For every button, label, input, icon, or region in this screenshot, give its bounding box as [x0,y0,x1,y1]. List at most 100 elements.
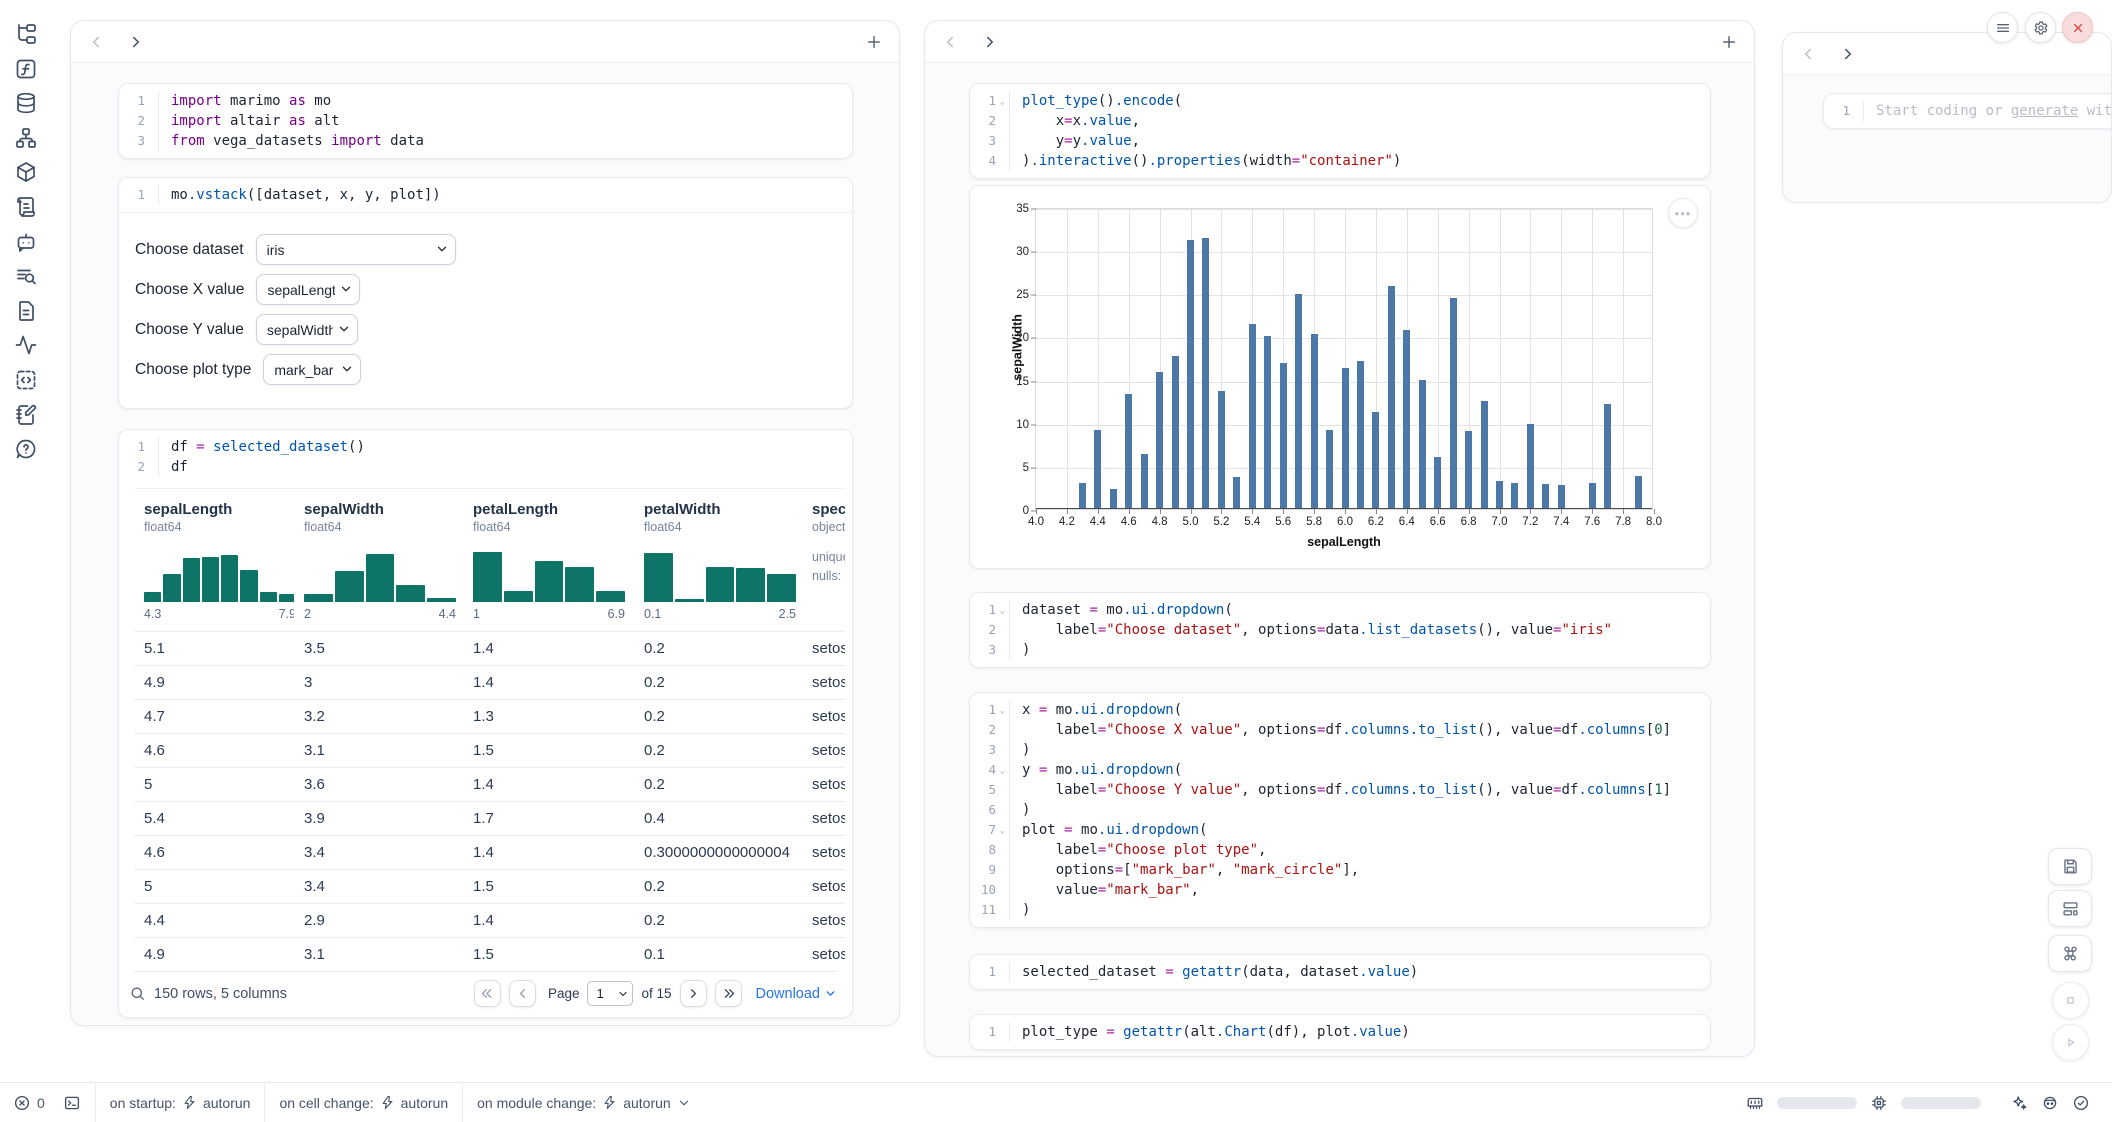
prev-page-button[interactable] [509,980,536,1007]
chevron-right-icon[interactable] [1839,45,1857,63]
autorun-setting-3[interactable]: on module change:autorun [463,1095,705,1111]
table-row[interactable]: 53.41.50.2setosa [134,869,845,903]
generate-with-ai-link[interactable]: generate [2011,103,2078,119]
page-number-select[interactable]: 1 [587,981,633,1006]
table-row[interactable]: 4.42.91.40.2setosa [134,903,845,937]
shutdown-button[interactable] [2062,12,2093,43]
search-icon[interactable] [129,985,146,1002]
table-row[interactable]: 5.43.91.70.4setosa [134,801,845,835]
code-line[interactable]: ) [1022,640,1710,660]
first-page-button[interactable] [474,980,501,1007]
code-line[interactable]: options=["mark_bar", "mark_circle"], [1022,860,1710,880]
scratchpad-search-icon[interactable] [14,264,38,288]
column-header-species[interactable]: speciesobjectuniquenulls: [802,501,845,631]
download-button[interactable]: Download [756,986,838,1002]
code-line[interactable]: ) [1022,740,1710,760]
table-row[interactable]: 4.63.41.40.3000000000000004setosa [134,835,845,869]
help-question-icon[interactable] [14,437,38,461]
app-layout-button[interactable] [2048,890,2092,927]
table-row[interactable]: 53.61.40.2setosa [134,767,845,801]
code-line[interactable]: df [171,457,852,477]
dropdown-select[interactable]: iris [256,234,456,265]
code-cell-vstack[interactable]: 1mo.vstack([dataset, x, y, plot]) Choose… [118,177,853,409]
function-square-icon[interactable] [14,57,38,81]
autorun-setting-2[interactable]: on cell change:autorun [265,1095,462,1111]
code-line[interactable]: y=y.value, [1022,131,1710,151]
stop-all-button[interactable] [2052,982,2089,1019]
code-cell-dataset-dropdown[interactable]: 1⌄23dataset = mo.ui.dropdown( label="Cho… [969,592,1711,668]
code-line[interactable]: ) [1022,900,1710,920]
page-select[interactable]: 1 [587,981,633,1006]
chart-actions-menu[interactable]: ••• [1668,198,1698,228]
code-cell-selected-dataset[interactable]: 1selected_dataset = getattr(data, datase… [969,954,1711,990]
dropdown-choose-x-value[interactable]: sepalLength [256,274,360,305]
code-line[interactable]: value="mark_bar", [1022,880,1710,900]
logs-scroll-icon[interactable] [14,195,38,219]
chevron-right-icon[interactable] [127,33,145,51]
code-line[interactable]: import altair as alt [171,111,852,131]
column-header-sepalLength[interactable]: sepalLengthfloat644.37.9 [134,501,294,631]
package-icon[interactable] [14,160,38,184]
code-line[interactable]: y = mo.ui.dropdown( [1022,760,1710,780]
chat-bot-icon[interactable] [14,230,38,254]
code-line[interactable]: label="Choose dataset", options=data.lis… [1022,620,1710,640]
empty-code-cell[interactable]: 1 Start coding or generate with AI [1823,93,2112,129]
database-icon[interactable] [14,91,38,115]
chevron-left-icon[interactable] [941,33,959,51]
code-line[interactable]: x = mo.ui.dropdown( [1022,700,1710,720]
column-header-petalWidth[interactable]: petalWidthfloat640.12.5 [634,501,802,631]
table-row[interactable]: 5.13.51.40.2setosa [134,631,845,665]
connection-status-button[interactable] [2072,1094,2090,1112]
add-cell-plus-icon[interactable] [1720,33,1738,51]
errors-button[interactable] [13,1094,31,1112]
ai-assist-button[interactable] [2010,1094,2028,1112]
code-cell-plot-type[interactable]: 1plot_type = getattr(alt.Chart(df), plot… [969,1014,1711,1050]
dropdown-select[interactable]: sepalLength [256,274,360,305]
dropdown-choose-plot-type[interactable]: mark_bar [263,354,361,385]
run-all-button[interactable] [2052,1024,2089,1061]
code-line[interactable]: ) [1022,800,1710,820]
column-header-sepalWidth[interactable]: sepalWidthfloat6424.4 [294,501,463,631]
code-line[interactable]: label="Choose X value", options=df.colum… [1022,720,1710,740]
snippets-code-icon[interactable] [14,368,38,392]
dropdown-choose-y-value[interactable]: sepalWidth [256,314,358,345]
column-header-petalLength[interactable]: petalLengthfloat6416.9 [463,501,634,631]
code-line[interactable]: df = selected_dataset() [171,437,852,457]
dependency-graph-icon[interactable] [14,126,38,150]
table-row[interactable]: 4.931.40.2setosa [134,665,845,699]
code-line[interactable]: x=x.value, [1022,111,1710,131]
code-line[interactable]: label="Choose Y value", options=df.colum… [1022,780,1710,800]
code-line[interactable]: plot_type = getattr(alt.Chart(df), plot.… [1022,1022,1710,1042]
notebook-menu-button[interactable] [1987,12,2018,43]
code-line[interactable]: plot = mo.ui.dropdown( [1022,820,1710,840]
chevron-left-icon[interactable] [87,33,105,51]
next-page-button[interactable] [680,980,707,1007]
terminal-button[interactable] [63,1094,81,1112]
chevron-right-icon[interactable] [981,33,999,51]
autorun-setting-1[interactable]: on startup:autorun [96,1095,265,1111]
code-cell-df[interactable]: 12df = selected_dataset()df sepalLengthf… [118,429,853,1018]
dropdown-select[interactable]: sepalWidth [256,314,358,345]
code-line[interactable]: selected_dataset = getattr(data, dataset… [1022,962,1710,982]
table-row[interactable]: 4.63.11.50.2setosa [134,733,845,767]
add-cell-plus-icon[interactable] [865,33,883,51]
code-cell-imports[interactable]: 123import marimo as moimport altair as a… [118,83,853,159]
code-cell-plot[interactable]: 1⌄234plot_type().encode( x=x.value, y=y.… [969,83,1711,179]
save-button[interactable] [2048,848,2092,885]
code-cell-xy-dropdowns[interactable]: 1⌄234⌄567⌄891011x = mo.ui.dropdown( labe… [969,692,1711,928]
table-row[interactable]: 4.93.11.50.1setosa [134,937,845,971]
command-palette-button[interactable] [2048,935,2092,972]
documentation-icon[interactable] [14,299,38,323]
code-line[interactable]: import marimo as mo [171,91,852,111]
code-line[interactable]: from vega_datasets import data [171,131,852,151]
code-line[interactable]: label="Choose plot type", [1022,840,1710,860]
code-line[interactable]: ).interactive().properties(width="contai… [1022,151,1710,171]
dropdown-select[interactable]: mark_bar [263,354,361,385]
settings-button[interactable] [2025,12,2056,43]
chevron-left-icon[interactable] [1799,45,1817,63]
dropdown-choose-dataset[interactable]: iris [256,234,456,265]
file-tree-icon[interactable] [14,22,38,46]
table-row[interactable]: 4.73.21.30.2setosa [134,699,845,733]
notebook-pen-icon[interactable] [14,403,38,427]
code-line[interactable]: plot_type().encode( [1022,91,1710,111]
